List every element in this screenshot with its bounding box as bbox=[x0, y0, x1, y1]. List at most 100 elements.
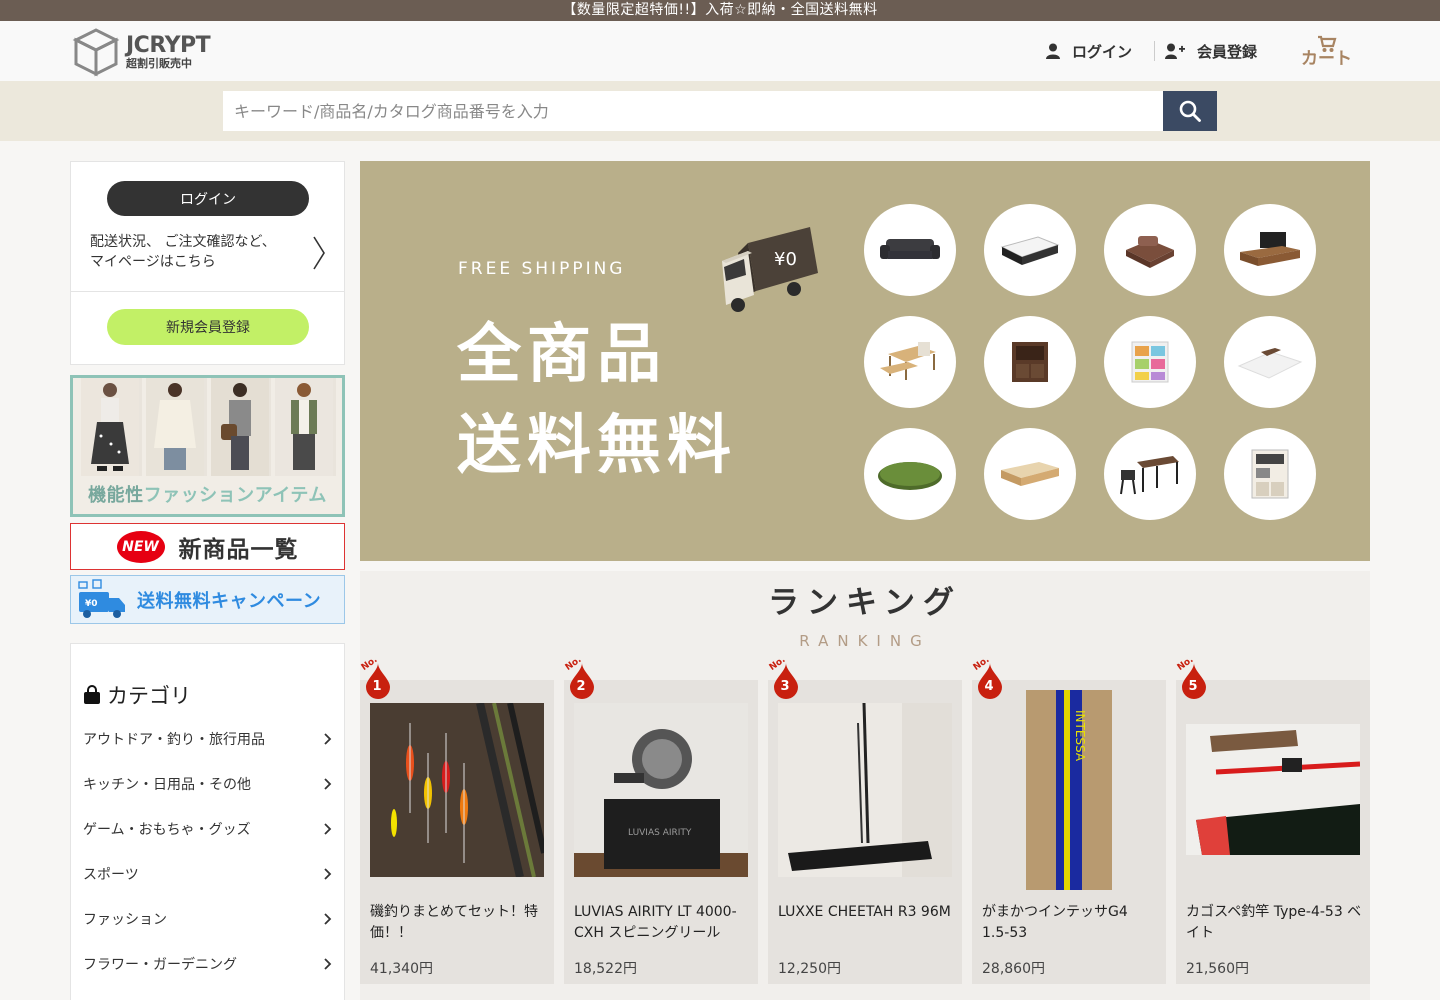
fashion-figure-2 bbox=[145, 378, 207, 476]
sidebar-login-button[interactable]: ログイン bbox=[107, 181, 309, 216]
truck-icon: ¥0 bbox=[722, 227, 818, 312]
promo-banner: 【数量限定超特価!!】入荷☆即納・全国送料無料 bbox=[0, 0, 1440, 21]
hero-title-line1: 全商品 bbox=[457, 318, 667, 392]
ranking-item[interactable]: No. 2 LUVIAS AIRITY LUVIAS AIRITY LT 400… bbox=[564, 655, 758, 984]
mypage-link[interactable]: 配送状況、 ご注文確認など、 マイページはこちら bbox=[71, 222, 344, 292]
ranking-item[interactable]: No. 4 INTESSA がまかつインテッサG4 1.5-53 28,860円 bbox=[972, 655, 1166, 984]
ranking-section: ランキング RANKING No. 1 磯釣りまとめてセット！特価！！ 41,3… bbox=[360, 571, 1370, 1000]
sofa-icon bbox=[864, 204, 956, 296]
cart-label: カート bbox=[1301, 48, 1352, 69]
kitchen-rack-icon bbox=[1224, 428, 1316, 520]
hero-banner[interactable]: FREE SHIPPING 全商品 送料無料 ¥0 bbox=[360, 161, 1370, 561]
category-label: アウトドア・釣り・旅行用品 bbox=[83, 731, 265, 748]
chevron-right-icon bbox=[313, 236, 325, 270]
category-item[interactable]: ゲーム・おもちゃ・グッズ bbox=[71, 806, 344, 851]
svg-text:¥0: ¥0 bbox=[85, 599, 98, 609]
new-products-text: 新商品一覧 bbox=[178, 536, 299, 563]
bed-icon bbox=[984, 204, 1076, 296]
green-rug-icon bbox=[864, 428, 956, 520]
category-item[interactable]: アウトドア・釣り・旅行用品 bbox=[71, 716, 344, 761]
product-price: 18,522円 bbox=[574, 961, 637, 977]
category-label: ファッション bbox=[83, 911, 167, 928]
fashion-banner-text: 機能性ファッションアイテム bbox=[88, 485, 327, 506]
category-item[interactable]: スポーツ bbox=[71, 851, 344, 896]
product-price: 12,250円 bbox=[778, 961, 841, 977]
product-price: 28,860円 bbox=[982, 961, 1045, 977]
category-item[interactable]: ファッション bbox=[71, 896, 344, 941]
logo-name: JCRYPT bbox=[126, 33, 211, 58]
header-login-label: ログイン bbox=[1071, 42, 1132, 61]
account-card: ログイン 配送状況、 ご注文確認など、 マイページはこちら 新規会員登録 bbox=[70, 161, 345, 365]
fashion-photos bbox=[81, 378, 336, 476]
product-image: LUVIAS AIRITY bbox=[574, 703, 748, 877]
search-button[interactable] bbox=[1163, 91, 1217, 131]
chevron-right-icon bbox=[324, 732, 332, 745]
logo-tagline: 超割引販売中 bbox=[126, 57, 192, 70]
low-table-icon bbox=[984, 428, 1076, 520]
free-shipping-text: 送料無料キャンペーン bbox=[137, 590, 322, 612]
product-price: 21,560円 bbox=[1186, 961, 1249, 977]
chevron-right-icon bbox=[324, 867, 332, 880]
cart-button[interactable]: カート bbox=[1301, 35, 1352, 68]
product-name: 磯釣りまとめてセット！特価！！ bbox=[370, 904, 538, 941]
fashion-banner[interactable]: 機能性ファッションアイテム bbox=[70, 375, 345, 517]
fashion-figure-3 bbox=[210, 378, 272, 476]
mypage-text: 配送状況、 ご注文確認など、 マイページはこちら bbox=[90, 234, 276, 270]
product-image bbox=[1186, 724, 1360, 855]
product-price: 41,340円 bbox=[370, 961, 433, 977]
product-circles bbox=[864, 204, 1316, 520]
fashion-figure-4 bbox=[275, 378, 336, 476]
new-badge: NEW bbox=[116, 530, 165, 563]
cabinet-icon bbox=[984, 316, 1076, 408]
product-name: LUVIAS AIRITY LT 4000-CXH スピニングリール bbox=[574, 904, 737, 941]
product-name: カゴスペ釣竿 Type-4-53 ベイト bbox=[1186, 904, 1362, 941]
rank-badge: No. 3 bbox=[768, 655, 802, 705]
sidebar-register-button[interactable]: 新規会員登録 bbox=[107, 309, 309, 345]
free-shipping-banner[interactable]: ¥0 送料無料キャンペーン bbox=[70, 575, 345, 624]
category-item[interactable]: キッチン・日用品・その他 bbox=[71, 761, 344, 806]
search-input[interactable] bbox=[223, 91, 1163, 131]
ranking-item[interactable]: No. 3 LUXXE CHEETAH R3 96M 12,250円 bbox=[768, 655, 962, 984]
ranking-item[interactable]: No. 1 磯釣りまとめてセット！特価！！ 41,340円 bbox=[360, 655, 554, 984]
category-item[interactable]: 家具・インテリア bbox=[71, 986, 344, 1000]
site-header: JCRYPT 超割引販売中 ログイン 会員登録 カート bbox=[0, 21, 1440, 81]
category-label: ゲーム・おもちゃ・グッズ bbox=[83, 821, 251, 838]
shopping-bag-icon bbox=[84, 685, 100, 704]
product-image bbox=[370, 703, 544, 877]
category-item[interactable]: フラワー・ガーデニング bbox=[71, 941, 344, 986]
category-panel: カテゴリ アウトドア・釣り・旅行用品キッチン・日用品・その他ゲーム・おもちゃ・グ… bbox=[70, 643, 345, 1000]
desk-chair-icon bbox=[1104, 428, 1196, 520]
rank-badge: No. 1 bbox=[360, 655, 394, 705]
category-title: カテゴリ bbox=[71, 644, 344, 716]
delivery-truck-icon: ¥0 bbox=[78, 578, 125, 618]
category-label: フラワー・ガーデニング bbox=[83, 956, 237, 973]
ranking-title: ランキング bbox=[767, 585, 963, 621]
header-register-label: 会員登録 bbox=[1196, 42, 1257, 61]
product-image bbox=[778, 703, 952, 877]
search-bar bbox=[0, 81, 1440, 141]
ranking-item[interactable]: No. 5 カゴスペ釣竿 Type-4-53 ベイト 21,560円 bbox=[1176, 655, 1370, 984]
chevron-right-icon bbox=[324, 957, 332, 970]
product-name: LUXXE CHEETAH R3 96M bbox=[778, 904, 951, 920]
ranking-list: No. 1 磯釣りまとめてセット！特価！！ 41,340円 No. 2 LUVI… bbox=[360, 655, 1370, 984]
search-icon bbox=[1179, 100, 1201, 122]
tv-stand-icon bbox=[1224, 204, 1316, 296]
header-login-link[interactable]: ログイン bbox=[1045, 41, 1132, 62]
rank-badge: No. 5 bbox=[1176, 655, 1210, 705]
hero-title-line2: 送料無料 bbox=[457, 409, 737, 483]
rug-icon bbox=[1224, 316, 1316, 408]
new-products-banner[interactable]: NEW 新商品一覧 bbox=[70, 523, 345, 570]
chevron-right-icon bbox=[324, 822, 332, 835]
svg-text:INTESSA: INTESSA bbox=[1073, 710, 1087, 762]
site-logo[interactable]: JCRYPT 超割引販売中 bbox=[70, 26, 211, 78]
rank-badge: No. 2 bbox=[564, 655, 598, 705]
user-plus-icon bbox=[1164, 43, 1185, 59]
product-name: がまかつインテッサG4 1.5-53 bbox=[982, 904, 1128, 941]
category-label: スポーツ bbox=[83, 866, 139, 883]
header-divider bbox=[1153, 41, 1155, 61]
ranking-subtitle: RANKING bbox=[799, 632, 931, 650]
header-register-link[interactable]: 会員登録 bbox=[1164, 41, 1257, 62]
chevron-right-icon bbox=[324, 777, 332, 790]
sidebar: ログイン 配送状況、 ご注文確認など、 マイページはこちら 新規会員登録 機能性… bbox=[70, 161, 345, 1000]
product-image: INTESSA bbox=[982, 690, 1156, 890]
